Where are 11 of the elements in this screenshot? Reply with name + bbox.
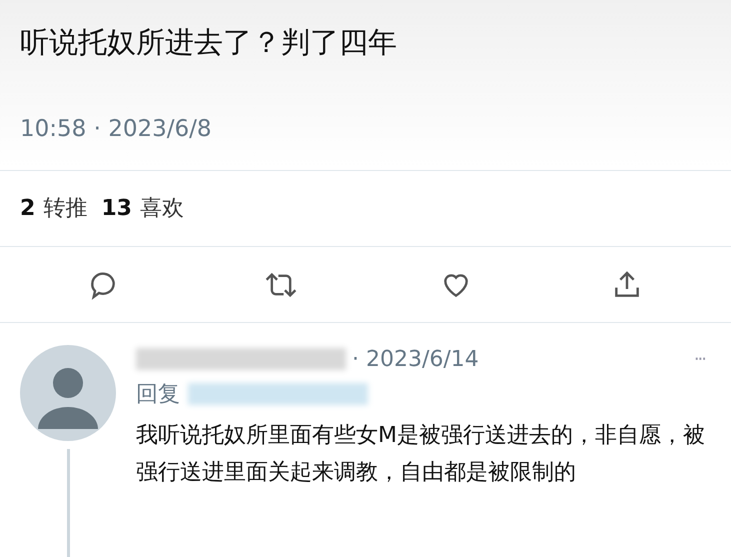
reply-date: · 2023/6/14 (352, 346, 479, 374)
stat-count: 13 (101, 195, 132, 223)
more-button[interactable]: ··· (694, 346, 705, 372)
reply-to-label: 回复 (136, 380, 180, 408)
avatar[interactable] (20, 345, 116, 441)
stat-label: 转推 (43, 195, 88, 223)
stat-count: 2 (20, 195, 36, 223)
tweet-text: 听说托奴所进去了？判了四年 (20, 24, 398, 61)
reply-text: 我听说托奴所里面有些女M是被强行送进去的，非自愿，被强行送进里面关起来调教，自由都是被限制的 (136, 422, 705, 487)
tweet-time: 10:58 · 2023/6/8 (20, 115, 213, 144)
stat-label: 喜欢 (140, 195, 184, 223)
